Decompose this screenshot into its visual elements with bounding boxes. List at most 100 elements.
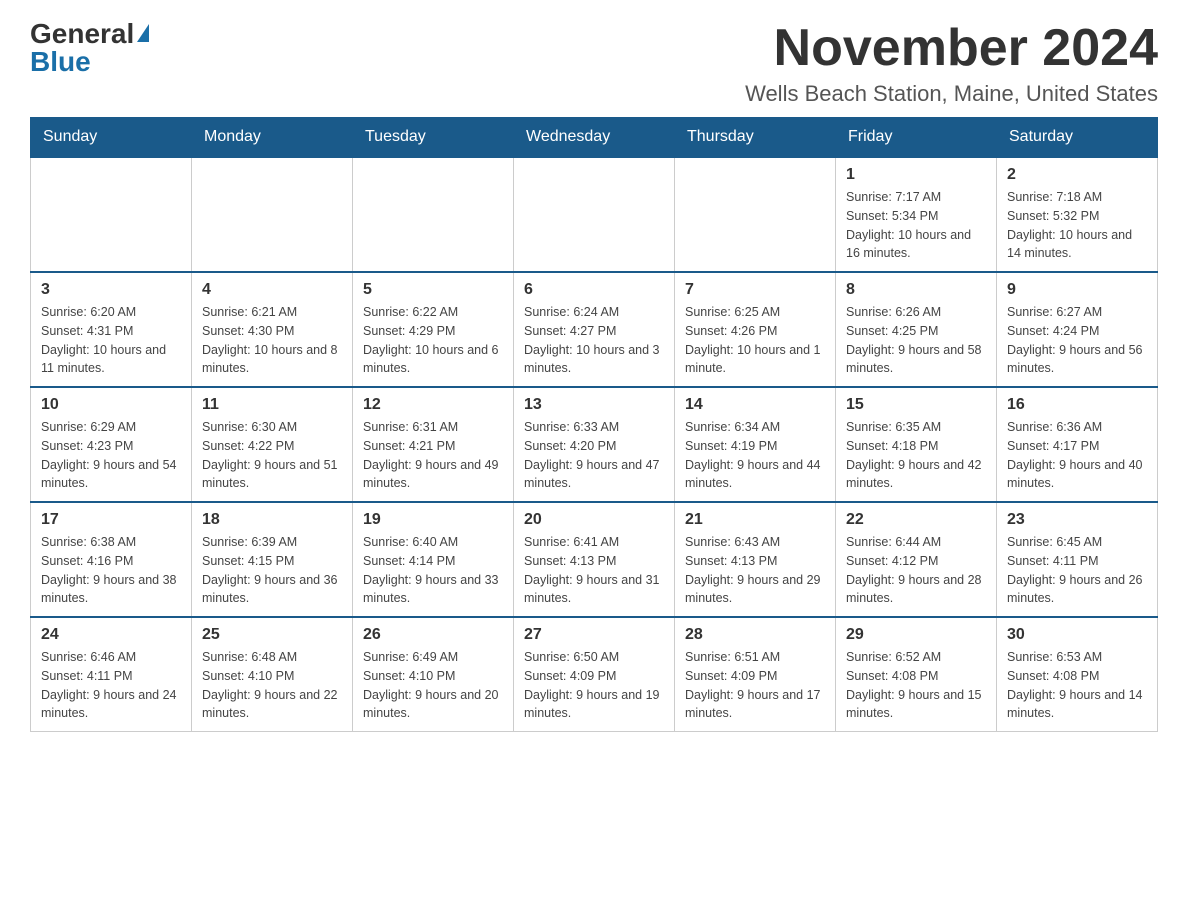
- title-month-year: November 2024: [745, 20, 1158, 77]
- calendar-cell: [192, 157, 353, 272]
- calendar-cell: 29 Sunrise: 6:52 AMSunset: 4:08 PMDayligh…: [836, 617, 997, 732]
- day-number: 4: [202, 281, 342, 299]
- calendar-cell: 30 Sunrise: 6:53 AMSunset: 4:08 PMDayligh…: [997, 617, 1158, 732]
- day-number: 29: [846, 626, 986, 644]
- day-info: Sunrise: 6:50 AMSunset: 4:09 PMDaylight:…: [524, 648, 664, 723]
- logo-general: General: [30, 20, 134, 48]
- weekday-header-row: SundayMondayTuesdayWednesdayThursdayFrid…: [31, 118, 1158, 158]
- week-row-1: 1 Sunrise: 7:17 AMSunset: 5:34 PMDaylight…: [31, 157, 1158, 272]
- calendar-cell: 16Sunrise: 6:36 AMSunset: 4:17 PMDayligh…: [997, 387, 1158, 502]
- calendar-table: SundayMondayTuesdayWednesdayThursdayFrid…: [30, 117, 1158, 732]
- calendar-cell: 18 Sunrise: 6:39 AMSunset: 4:15 PMDayligh…: [192, 502, 353, 617]
- calendar-cell: 15 Sunrise: 6:35 AMSunset: 4:18 PMDayligh…: [836, 387, 997, 502]
- weekday-header-thursday: Thursday: [675, 118, 836, 158]
- day-info: Sunrise: 6:26 AMSunset: 4:25 PMDaylight:…: [846, 303, 986, 378]
- day-number: 25: [202, 626, 342, 644]
- title-location: Wells Beach Station, Maine, United State…: [745, 81, 1158, 107]
- day-number: 14: [685, 396, 825, 414]
- day-number: 10: [41, 396, 181, 414]
- day-number: 3: [41, 281, 181, 299]
- day-info: Sunrise: 6:48 AMSunset: 4:10 PMDaylight:…: [202, 648, 342, 723]
- logo-blue: Blue: [30, 46, 91, 77]
- week-row-4: 17 Sunrise: 6:38 AMSunset: 4:16 PMDayligh…: [31, 502, 1158, 617]
- day-info: Sunrise: 6:36 AMSunset: 4:17 PMDaylight:…: [1007, 418, 1147, 493]
- day-info: Sunrise: 6:46 AMSunset: 4:11 PMDaylight:…: [41, 648, 181, 723]
- day-info: Sunrise: 6:53 AMSunset: 4:08 PMDaylight:…: [1007, 648, 1147, 723]
- day-number: 19: [363, 511, 503, 529]
- day-number: 1: [846, 166, 986, 184]
- calendar-cell: 28 Sunrise: 6:51 AMSunset: 4:09 PMDayligh…: [675, 617, 836, 732]
- day-info: Sunrise: 6:33 AMSunset: 4:20 PMDaylight:…: [524, 418, 664, 493]
- header: General Blue November 2024 Wells Beach S…: [30, 20, 1158, 107]
- day-info: Sunrise: 6:40 AMSunset: 4:14 PMDaylight:…: [363, 533, 503, 608]
- day-info: Sunrise: 6:35 AMSunset: 4:18 PMDaylight:…: [846, 418, 986, 493]
- calendar-cell: 23 Sunrise: 6:45 AMSunset: 4:11 PMDayligh…: [997, 502, 1158, 617]
- week-row-5: 24Sunrise: 6:46 AMSunset: 4:11 PMDayligh…: [31, 617, 1158, 732]
- day-info: Sunrise: 6:51 AMSunset: 4:09 PMDaylight:…: [685, 648, 825, 723]
- weekday-header-sunday: Sunday: [31, 118, 192, 158]
- day-info: Sunrise: 7:18 AMSunset: 5:32 PMDaylight:…: [1007, 188, 1147, 263]
- day-info: Sunrise: 7:17 AMSunset: 5:34 PMDaylight:…: [846, 188, 986, 263]
- calendar-cell: 1 Sunrise: 7:17 AMSunset: 5:34 PMDaylight…: [836, 157, 997, 272]
- calendar-cell: 3 Sunrise: 6:20 AMSunset: 4:31 PMDaylight…: [31, 272, 192, 387]
- calendar-cell: 10Sunrise: 6:29 AMSunset: 4:23 PMDayligh…: [31, 387, 192, 502]
- calendar-cell: 14 Sunrise: 6:34 AMSunset: 4:19 PMDayligh…: [675, 387, 836, 502]
- calendar-cell: 26 Sunrise: 6:49 AMSunset: 4:10 PMDayligh…: [353, 617, 514, 732]
- day-info: Sunrise: 6:27 AMSunset: 4:24 PMDaylight:…: [1007, 303, 1147, 378]
- calendar-cell: 4Sunrise: 6:21 AMSunset: 4:30 PMDaylight…: [192, 272, 353, 387]
- day-number: 30: [1007, 626, 1147, 644]
- calendar-cell: 27 Sunrise: 6:50 AMSunset: 4:09 PMDayligh…: [514, 617, 675, 732]
- title-area: November 2024 Wells Beach Station, Maine…: [745, 20, 1158, 107]
- calendar-cell: 6Sunrise: 6:24 AMSunset: 4:27 PMDaylight…: [514, 272, 675, 387]
- day-number: 17: [41, 511, 181, 529]
- day-info: Sunrise: 6:43 AMSunset: 4:13 PMDaylight:…: [685, 533, 825, 608]
- day-info: Sunrise: 6:25 AMSunset: 4:26 PMDaylight:…: [685, 303, 825, 378]
- day-number: 9: [1007, 281, 1147, 299]
- day-info: Sunrise: 6:30 AMSunset: 4:22 PMDaylight:…: [202, 418, 342, 493]
- day-number: 8: [846, 281, 986, 299]
- day-number: 6: [524, 281, 664, 299]
- calendar-cell: [31, 157, 192, 272]
- calendar-cell: 24Sunrise: 6:46 AMSunset: 4:11 PMDayligh…: [31, 617, 192, 732]
- calendar-cell: 25 Sunrise: 6:48 AMSunset: 4:10 PMDayligh…: [192, 617, 353, 732]
- weekday-header-friday: Friday: [836, 118, 997, 158]
- calendar-cell: [514, 157, 675, 272]
- calendar-cell: 9 Sunrise: 6:27 AMSunset: 4:24 PMDaylight…: [997, 272, 1158, 387]
- day-number: 2: [1007, 166, 1147, 184]
- day-info: Sunrise: 6:34 AMSunset: 4:19 PMDaylight:…: [685, 418, 825, 493]
- day-info: Sunrise: 6:39 AMSunset: 4:15 PMDaylight:…: [202, 533, 342, 608]
- day-number: 21: [685, 511, 825, 529]
- weekday-header-saturday: Saturday: [997, 118, 1158, 158]
- calendar-cell: 11Sunrise: 6:30 AMSunset: 4:22 PMDayligh…: [192, 387, 353, 502]
- day-number: 26: [363, 626, 503, 644]
- weekday-header-wednesday: Wednesday: [514, 118, 675, 158]
- calendar-cell: 20Sunrise: 6:41 AMSunset: 4:13 PMDayligh…: [514, 502, 675, 617]
- calendar-cell: 19 Sunrise: 6:40 AMSunset: 4:14 PMDayligh…: [353, 502, 514, 617]
- weekday-header-tuesday: Tuesday: [353, 118, 514, 158]
- day-number: 5: [363, 281, 503, 299]
- day-info: Sunrise: 6:38 AMSunset: 4:16 PMDaylight:…: [41, 533, 181, 608]
- day-number: 13: [524, 396, 664, 414]
- week-row-2: 3 Sunrise: 6:20 AMSunset: 4:31 PMDaylight…: [31, 272, 1158, 387]
- day-number: 27: [524, 626, 664, 644]
- day-info: Sunrise: 6:49 AMSunset: 4:10 PMDaylight:…: [363, 648, 503, 723]
- day-info: Sunrise: 6:41 AMSunset: 4:13 PMDaylight:…: [524, 533, 664, 608]
- calendar-cell: 21 Sunrise: 6:43 AMSunset: 4:13 PMDayligh…: [675, 502, 836, 617]
- day-number: 22: [846, 511, 986, 529]
- week-row-3: 10Sunrise: 6:29 AMSunset: 4:23 PMDayligh…: [31, 387, 1158, 502]
- calendar-cell: 22Sunrise: 6:44 AMSunset: 4:12 PMDayligh…: [836, 502, 997, 617]
- logo: General Blue: [30, 20, 149, 76]
- day-number: 23: [1007, 511, 1147, 529]
- calendar-cell: [675, 157, 836, 272]
- day-number: 28: [685, 626, 825, 644]
- day-info: Sunrise: 6:31 AMSunset: 4:21 PMDaylight:…: [363, 418, 503, 493]
- day-number: 7: [685, 281, 825, 299]
- day-info: Sunrise: 6:52 AMSunset: 4:08 PMDaylight:…: [846, 648, 986, 723]
- day-number: 15: [846, 396, 986, 414]
- calendar-cell: 12Sunrise: 6:31 AMSunset: 4:21 PMDayligh…: [353, 387, 514, 502]
- day-number: 18: [202, 511, 342, 529]
- day-info: Sunrise: 6:20 AMSunset: 4:31 PMDaylight:…: [41, 303, 181, 378]
- calendar-cell: 17 Sunrise: 6:38 AMSunset: 4:16 PMDayligh…: [31, 502, 192, 617]
- calendar-cell: 5Sunrise: 6:22 AMSunset: 4:29 PMDaylight…: [353, 272, 514, 387]
- day-info: Sunrise: 6:45 AMSunset: 4:11 PMDaylight:…: [1007, 533, 1147, 608]
